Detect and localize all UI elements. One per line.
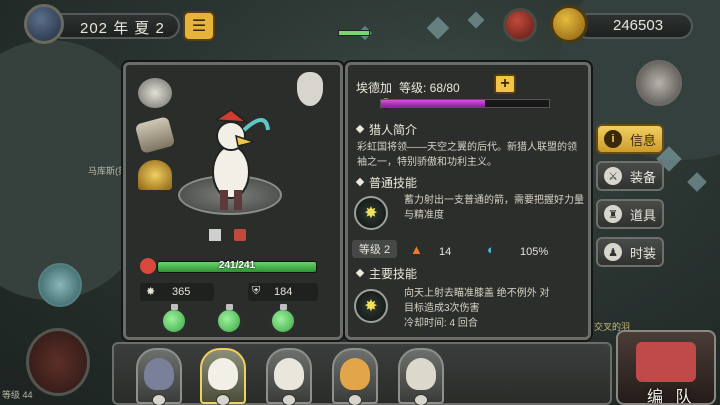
normal-skill-icon[interactable]: ✸: [354, 196, 388, 230]
tab-costume[interactable]: ♟ 时装: [596, 237, 664, 267]
hp-value: 241/241: [218, 260, 256, 271]
hero-card-cat[interactable]: [398, 348, 444, 405]
hero-name: 埃德加: [356, 81, 393, 95]
level-up-button[interactable]: +: [494, 74, 516, 94]
class-dot-icon: [414, 394, 428, 405]
top-bar: 202 年 夏 2 ☰ 246503: [0, 0, 720, 52]
xp-bar-fill: [381, 100, 486, 107]
pirate-hero-face: [144, 358, 174, 390]
year-season-label: 202 年 夏 2: [80, 20, 165, 37]
tab-info-label: 信息: [630, 132, 657, 148]
hero-card-pirate[interactable]: [136, 348, 182, 405]
skill-level-text: 等级 2: [358, 244, 391, 256]
main-skill-icon[interactable]: ✸: [354, 289, 388, 323]
tab-equipment[interactable]: ⚔ 装备: [596, 161, 664, 191]
world-map-button[interactable]: [38, 263, 82, 307]
weapon-slot-icon[interactable]: [138, 78, 172, 108]
attack-value: 365: [172, 286, 191, 298]
hero-card-leopard[interactable]: [332, 348, 378, 405]
class-dot-icon: [152, 394, 166, 405]
intro-title: 猎人简介: [355, 121, 418, 138]
tab-costume-label: 时装: [630, 245, 657, 261]
xp-bar: [380, 99, 550, 108]
hero-card-bear[interactable]: [266, 348, 312, 405]
tab-items[interactable]: ♜ 道具: [596, 199, 664, 229]
rank-badge-icon[interactable]: [138, 160, 172, 190]
gold-coin-icon: [550, 5, 588, 43]
attack-icon: ✸: [146, 286, 156, 298]
class-dot-icon: [348, 394, 362, 405]
tab-equipment-label: 装备: [630, 169, 657, 185]
bullet-icon: [355, 177, 365, 187]
bullet-icon: [355, 124, 365, 134]
menu-icon: ☰: [191, 18, 207, 35]
hero-eagle-portrait: [212, 109, 270, 210]
normal-skill-desc: 蓄力射出一支普通的箭，需要把握好力量与精准度: [404, 195, 584, 221]
tab-items-label: 道具: [630, 207, 657, 223]
leopard-hero-face: [340, 358, 370, 390]
season-clock-icon[interactable]: [24, 4, 64, 44]
eagle-hero-face: [208, 358, 238, 390]
attack-stat: ✸ 365: [140, 283, 214, 301]
skill-crit-value: 105%: [520, 246, 549, 258]
shield-type-icon: [234, 229, 246, 241]
potion-slot-3[interactable]: [270, 304, 296, 334]
team-formation-label: 编 队: [647, 389, 696, 405]
skill-damage-value: 14: [439, 246, 452, 258]
team-formation-icon: [636, 342, 696, 382]
potion-slot-1[interactable]: [161, 304, 187, 334]
bear-hero-face: [274, 358, 304, 390]
main-skill-desc-1: 向天上射去瞄准膝盖 绝不例外 对: [404, 288, 550, 299]
tab-info[interactable]: i 信息: [596, 124, 664, 154]
defense-stat: ⛨ 184: [248, 283, 318, 301]
crit-wave-icon: ◐: [487, 242, 495, 257]
costume-icon: ♟: [604, 243, 622, 261]
normal-skill-title-text: 普通技能: [369, 176, 418, 190]
plus-icon: +: [500, 75, 510, 92]
menu-button[interactable]: ☰: [183, 11, 215, 41]
potion-slot-2[interactable]: [216, 304, 242, 334]
intro-text: 彩虹国将领——天空之翼的后代。新猎人联盟的领袖之一，特别骄傲和功利主义。: [357, 142, 577, 168]
defense-icon: ⛨: [252, 285, 261, 297]
hero-level: 等级: 68/80: [399, 81, 460, 95]
intro-title-text: 猎人简介: [369, 123, 418, 137]
main-skill-title: 主要技能: [355, 265, 418, 282]
backpack-icon[interactable]: [503, 8, 537, 42]
hp-heart-icon: [140, 258, 156, 274]
coin-count: 246503: [613, 17, 664, 34]
cat-hero-face: [406, 358, 436, 390]
home-button[interactable]: [26, 328, 90, 396]
attack-type-icon: [209, 229, 221, 241]
skill-level-chip: 等级 2: [352, 240, 397, 258]
hero-avatar-button[interactable]: [636, 60, 682, 106]
equipment-icon: ⚔: [604, 167, 622, 185]
bullet-icon: [355, 268, 365, 278]
hero-card-eagle[interactable]: [200, 348, 246, 405]
map-tag: 马库斯(第: [88, 166, 127, 176]
fire-icon: ▲: [410, 242, 423, 257]
main-skill-title-text: 主要技能: [369, 267, 418, 281]
rabbit-pet-icon[interactable]: [297, 72, 323, 106]
normal-skill-title: 普通技能: [355, 174, 418, 191]
main-skill-desc-2: 目标造成3次伤害: [404, 303, 480, 314]
info-icon: i: [604, 130, 622, 148]
class-dot-icon: [282, 394, 296, 405]
location-level-tag: 等级 44: [2, 390, 33, 400]
defense-value: 184: [274, 286, 293, 298]
item-bag-icon: ♜: [604, 205, 622, 223]
quest-indicator: [338, 30, 370, 36]
class-dot-icon: [216, 394, 230, 405]
main-skill-cooldown: 冷却时间: 4 回合: [404, 318, 478, 329]
